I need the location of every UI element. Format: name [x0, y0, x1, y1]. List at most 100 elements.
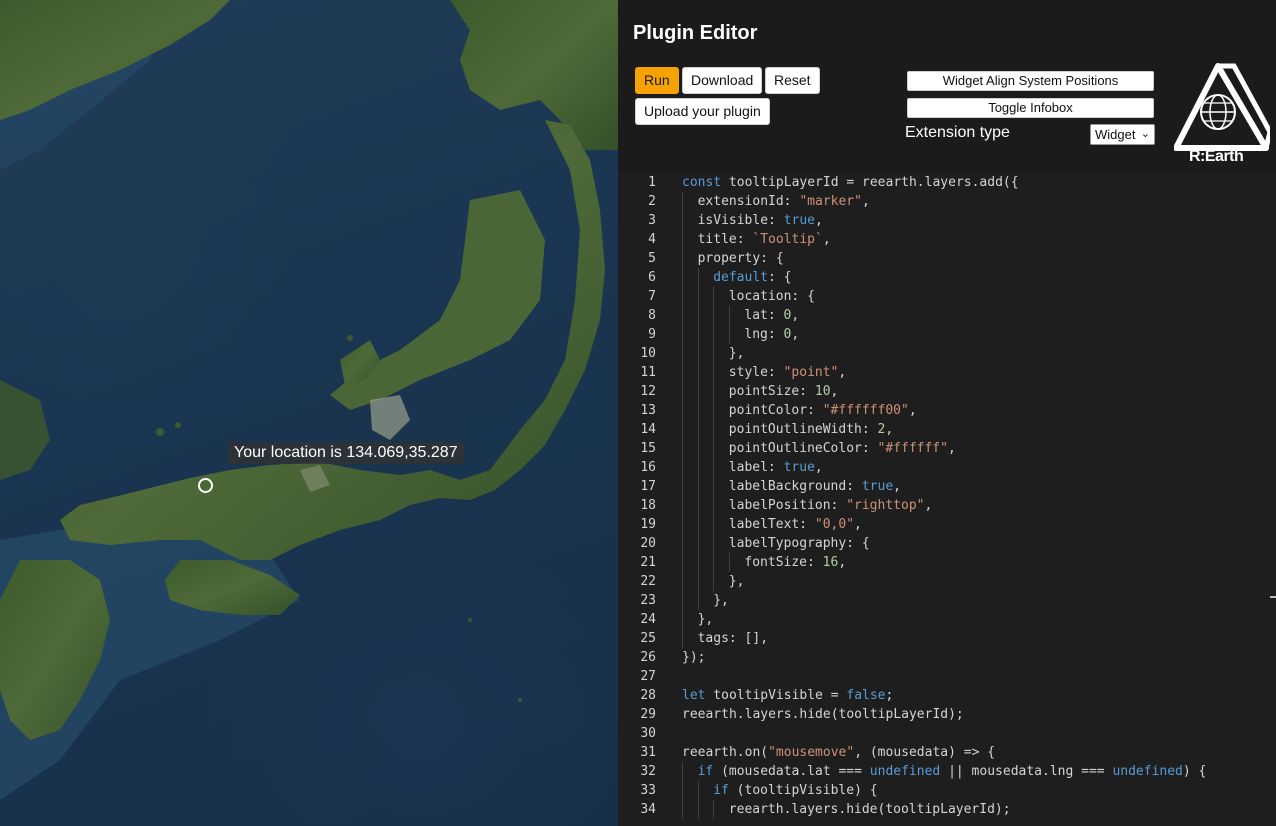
line-number: 31 [640, 745, 656, 760]
code-lines: 1 const tooltipLayerId = reearth.layers.a… [618, 173, 1276, 819]
code-text: }); [682, 648, 705, 667]
indent-guide [682, 287, 683, 306]
code-line: 23}, [618, 591, 1276, 610]
code-line: 15 pointOutlineColor: "#ffffff", [618, 439, 1276, 458]
code-token: reearth.layers.hide(tooltipLayerId); [728, 802, 1011, 817]
code-line: 29 reearth.layers.hide(tooltipLayerId); [618, 705, 1276, 724]
code-token: default [713, 270, 768, 285]
code-token: property: { [697, 251, 784, 266]
code-text: isVisible: true, [698, 211, 823, 230]
indent-guide [728, 553, 730, 572]
code-token: "marker" [799, 194, 862, 209]
indent-guide [697, 420, 699, 439]
line-number: 29 [640, 707, 656, 722]
indent-guide [682, 762, 683, 781]
indent-guide [713, 420, 715, 439]
code-token: location: { [728, 289, 815, 304]
line-number: 20 [640, 536, 656, 551]
line-number: 14 [640, 422, 656, 437]
code-token: , [822, 232, 831, 247]
line-number: 12 [640, 384, 656, 399]
indent-guide [697, 287, 699, 306]
code-token: lat: [744, 308, 784, 323]
code-line: 2 extensionId: "marker", [618, 192, 1276, 211]
code-token: isVisible: [697, 213, 784, 228]
globe-map-view[interactable]: Your location is 134.069,35.287 [0, 0, 618, 826]
code-text: pointColor: "#ffffff00", [729, 401, 917, 420]
code-line: 9 lng: 0, [618, 325, 1276, 344]
line-number: 25 [640, 631, 656, 646]
code-token: }, [728, 346, 745, 361]
code-editor[interactable]: 1 const tooltipLayerId = reearth.layers.a… [618, 172, 1276, 826]
code-token: style: [728, 365, 784, 380]
indent-guide [682, 325, 683, 344]
japan-terrain [0, 0, 618, 800]
indent-guide [713, 401, 715, 420]
panel-title: Plugin Editor [633, 22, 758, 44]
code-line: 7 location: { [618, 287, 1276, 306]
code-token: "righttop" [846, 498, 925, 513]
code-token: labelBackground: [728, 479, 862, 494]
code-text: default: { [713, 268, 791, 287]
indent-guide [682, 211, 683, 230]
indent-guide [682, 610, 683, 629]
code-token: 16 [822, 555, 839, 570]
indent-guide [697, 553, 699, 572]
indent-guide [713, 439, 715, 458]
indent-guide [682, 439, 683, 458]
indent-guide [682, 515, 683, 534]
line-number: 10 [640, 346, 656, 361]
code-text: lat: 0, [744, 306, 799, 325]
code-token: , [885, 422, 894, 437]
indent-guide [682, 363, 683, 382]
code-token: let [682, 688, 706, 703]
indent-guide [713, 553, 715, 572]
code-line: 17 labelBackground: true, [618, 477, 1276, 496]
code-line: 20 labelTypography: { [618, 534, 1276, 553]
widget-align-button[interactable]: Widget Align System Positions [907, 71, 1154, 91]
indent-guide [682, 572, 683, 591]
extension-type-select[interactable]: Widget ⌄ [1090, 124, 1155, 145]
code-token: }, [713, 593, 729, 608]
code-line: 27 [618, 667, 1276, 686]
code-line: 12 pointSize: 10, [618, 382, 1276, 401]
code-text: labelPosition: "righttop", [729, 496, 933, 515]
run-button[interactable]: Run [635, 67, 679, 94]
location-tooltip: Your location is 134.069,35.287 [228, 442, 464, 464]
line-number: 30 [640, 726, 656, 741]
code-text: labelText: "0,0", [729, 515, 862, 534]
toggle-infobox-button[interactable]: Toggle Infobox [907, 98, 1154, 118]
code-text: pointSize: 10, [729, 382, 839, 401]
code-token: pointOutlineWidth: [728, 422, 878, 437]
code-token: true [783, 213, 815, 228]
reset-button[interactable]: Reset [765, 67, 820, 94]
location-marker-icon[interactable] [198, 478, 213, 493]
scrollbar-marker[interactable] [1270, 596, 1276, 598]
code-line: 32 if (mousedata.lat === undefined || mou… [618, 762, 1276, 781]
line-number: 28 [640, 688, 656, 703]
indent-guide [697, 534, 699, 553]
line-number: 16 [640, 460, 656, 475]
code-text: const tooltipLayerId = reearth.layers.ad… [682, 173, 1019, 192]
line-number: 26 [640, 650, 656, 665]
indent-guide [713, 344, 715, 363]
code-token: true [783, 460, 815, 475]
code-line: 25 tags: [], [618, 629, 1276, 648]
code-token: , [791, 327, 800, 342]
indent-guide [697, 268, 699, 287]
code-text: style: "point", [729, 363, 846, 382]
indent-guide [697, 363, 699, 382]
code-token: labelTypography: { [728, 536, 870, 551]
download-button[interactable]: Download [682, 67, 763, 94]
code-text: extensionId: "marker", [698, 192, 870, 211]
code-text: }, [729, 572, 745, 591]
upload-plugin-button[interactable]: Upload your plugin [635, 98, 770, 125]
line-number: 5 [648, 251, 656, 266]
indent-guide [682, 382, 683, 401]
code-token: , [838, 555, 847, 570]
indent-guide [682, 458, 683, 477]
code-line: 33 if (tooltipVisible) { [618, 781, 1276, 800]
indent-guide [713, 382, 715, 401]
code-token: , [791, 308, 800, 323]
code-text: pointOutlineColor: "#ffffff", [729, 439, 956, 458]
